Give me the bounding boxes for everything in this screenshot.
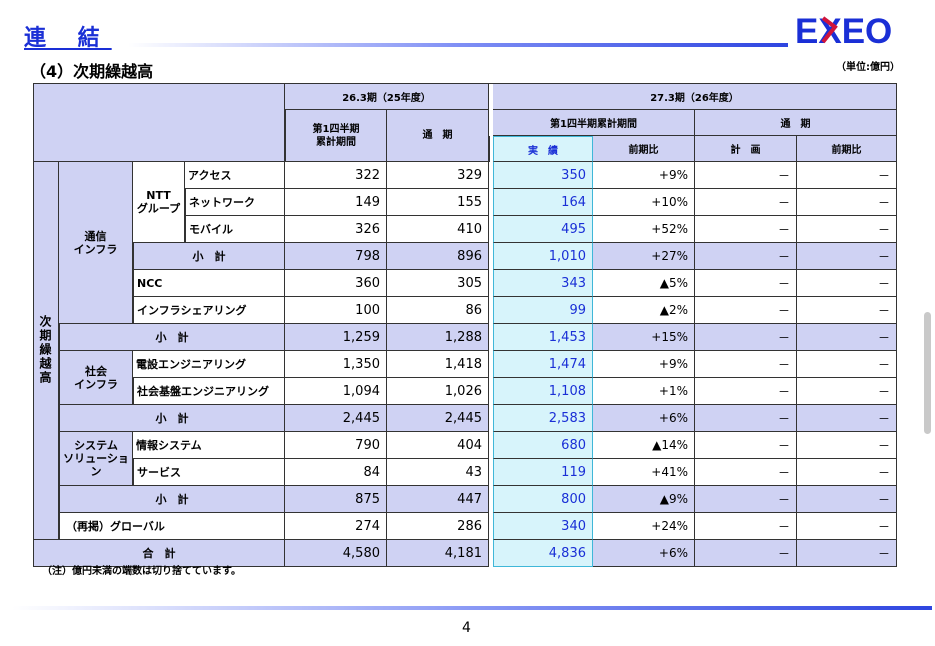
subtotal-row: 小 計 2,445 2,445 2,583 +6% － －: [33, 405, 897, 432]
table-row: 社会 インフラ 電設エンジニアリング 1,350 1,418 1,474 +9%…: [33, 351, 897, 405]
row-label: サービス: [133, 459, 285, 486]
table-row: （再掲）グローバル 274 286 340 +24% － －: [33, 513, 897, 540]
table-row: 次期繰越高 通信 インフラ NTT グループ アクセス 322 329 350 …: [33, 162, 897, 540]
col-full-year-27: 通 期: [695, 110, 897, 136]
table-row: サービス 84 43 119 +41% － －: [33, 459, 897, 486]
subtotal-row: 小 計 875 447 800 ▲9% － －: [33, 486, 897, 513]
footer-bar: [12, 606, 932, 610]
page-title: 連 結: [24, 26, 112, 51]
subtotal-label: 小 計: [59, 486, 285, 513]
subtotal-label: 小 計: [59, 405, 285, 432]
col-yoy: 前期比: [593, 136, 695, 162]
carryover-table: 26.3期（25年度） 27.3期（26年度） 第1四半期 累計期間 通 期 第…: [33, 83, 897, 567]
col-group-27-3: 27.3期（26年度）: [493, 83, 897, 110]
subtotal-row: 小 計 798 896 1,010 +27% － －: [33, 243, 897, 270]
col-plan: 計 画: [695, 136, 797, 162]
row-label: インフラシェアリング: [133, 297, 285, 324]
col-actual: 実 績: [493, 136, 593, 162]
unit-label: （単位:億円）: [836, 62, 900, 73]
section-subtitle: （4）次期繰越高: [30, 62, 154, 81]
subtotal-label: 小 計: [59, 324, 285, 351]
subtotal-row: 小 計 1,259 1,288 1,453 +15% － －: [33, 324, 897, 351]
vertical-category-label: 次期繰越高: [33, 162, 59, 540]
row-label: （再掲）グローバル: [59, 513, 285, 540]
row-label: 電設エンジニアリング: [133, 351, 285, 378]
table-row: インフラシェアリング 100 86 99 ▲2% － －: [33, 297, 897, 324]
row-label: 情報システム: [133, 432, 285, 459]
page-number: 4: [462, 620, 471, 636]
scrollbar-thumb[interactable]: [924, 312, 931, 434]
category-system-solution: システム ソリューション: [59, 432, 133, 486]
col-full-year: 通 期: [387, 110, 489, 162]
row-label: ネットワーク: [185, 189, 285, 216]
subtotal-label: 小 計: [133, 243, 285, 270]
category-shakai-infra: 社会 インフラ: [59, 351, 133, 405]
category-ntt-group: NTT グループ: [133, 162, 185, 243]
row-label: 社会基盤エンジニアリング: [133, 378, 285, 405]
row-label: モバイル: [185, 216, 285, 243]
title-underline-bar: [128, 43, 788, 47]
svg-text:EXEO: EXEO: [795, 12, 892, 48]
row-label: NCC: [133, 270, 285, 297]
header-corner: [33, 83, 285, 162]
col-group-26-3: 26.3期（25年度）: [285, 83, 489, 110]
category-tsushin-infra: 通信 インフラ: [59, 162, 133, 324]
col-yoy-full: 前期比: [797, 136, 897, 162]
col-q1-cumulative-27: 第1四半期累計期間: [493, 110, 695, 136]
table-row: NCC 360 305 343 ▲5% － －: [33, 270, 897, 297]
table-row: システム ソリューション 情報システム 790 404 680 ▲14% － －: [33, 432, 897, 486]
row-label: アクセス: [185, 162, 285, 189]
exeo-logo: EXEO: [795, 12, 892, 48]
col-q1-cumulative: 第1四半期 累計期間: [285, 110, 387, 162]
table-row: 社会基盤エンジニアリング 1,094 1,026 1,108 +1% － －: [33, 378, 897, 405]
footnote: （注）億円未満の端数は切り捨てています。: [42, 566, 241, 577]
